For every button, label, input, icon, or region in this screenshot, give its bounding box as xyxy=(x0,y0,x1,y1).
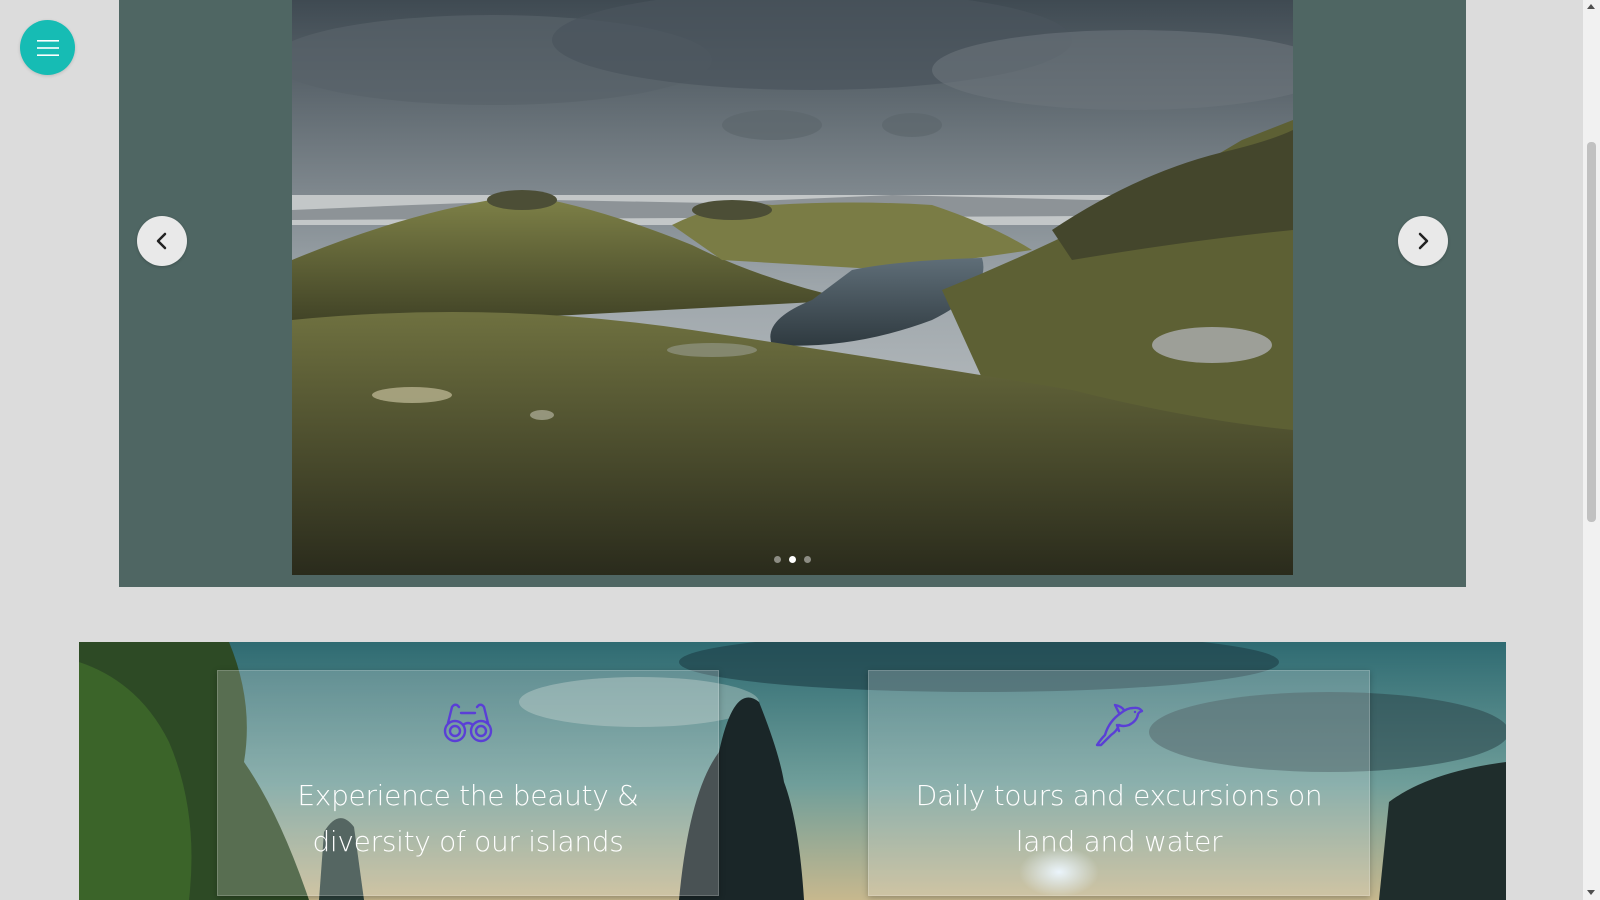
image-slider xyxy=(119,0,1466,587)
chevron-right-icon xyxy=(1418,232,1429,250)
slide-indicators xyxy=(292,556,1293,563)
dolphin-icon xyxy=(1095,703,1144,747)
features-section: Experience the beauty & diversity of our… xyxy=(79,642,1506,900)
vertical-scrollbar[interactable] xyxy=(1583,0,1600,900)
feature-card-tours: Daily tours and excursions on land and w… xyxy=(868,670,1370,896)
scroll-up-arrow-icon[interactable] xyxy=(1587,4,1595,9)
chevron-left-icon xyxy=(156,232,167,250)
slide-dot-2[interactable] xyxy=(789,556,796,563)
feature-text-islands: Experience the beauty & diversity of our… xyxy=(297,779,639,858)
scrollbar-thumb[interactable] xyxy=(1587,142,1596,522)
scroll-down-arrow-icon[interactable] xyxy=(1587,890,1595,895)
feature-text-tours: Daily tours and excursions on land and w… xyxy=(915,779,1323,858)
binoculars-icon xyxy=(443,703,493,743)
slide-dot-1[interactable] xyxy=(774,556,781,563)
mountain-lake-image xyxy=(292,0,1293,575)
menu-button[interactable] xyxy=(20,20,75,75)
feature-card-islands: Experience the beauty & diversity of our… xyxy=(217,670,719,896)
slide-image xyxy=(292,0,1293,575)
slide-dot-3[interactable] xyxy=(804,556,811,563)
next-slide-button[interactable] xyxy=(1398,216,1448,266)
previous-slide-button[interactable] xyxy=(137,216,187,266)
hamburger-menu-icon xyxy=(36,39,59,56)
